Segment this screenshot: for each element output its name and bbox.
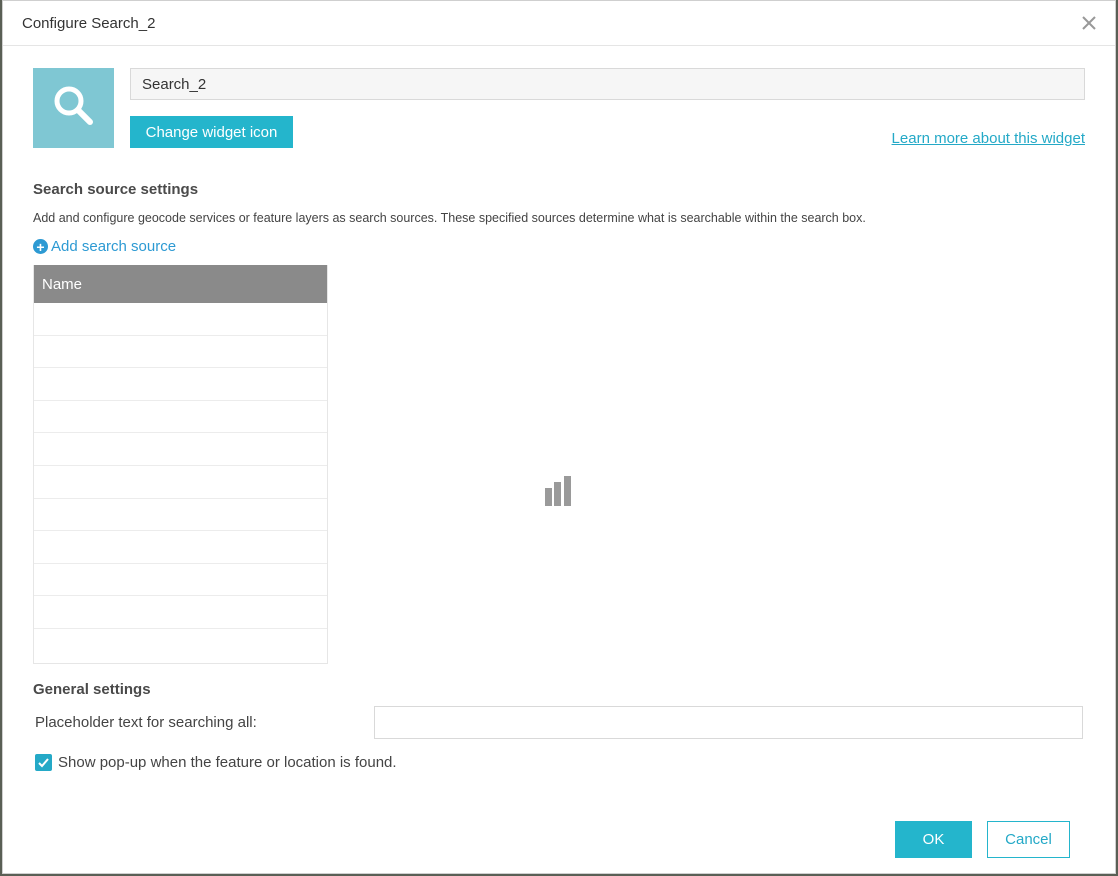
show-popup-label: Show pop-up when the feature or location… [58, 754, 397, 771]
table-row [34, 564, 327, 597]
dialog-title: Configure Search_2 [22, 15, 156, 32]
search-source-description: Add and configure geocode services or fe… [33, 211, 866, 225]
configure-dialog: Configure Search_2 Change widget icon Le… [2, 0, 1116, 874]
table-row [34, 531, 327, 564]
loading-bars-icon [545, 476, 575, 506]
placeholder-text-input[interactable] [374, 706, 1083, 739]
table-row [34, 368, 327, 401]
table-row [34, 629, 327, 662]
learn-more-link[interactable]: Learn more about this widget [892, 130, 1085, 147]
checkmark-icon [38, 758, 49, 768]
show-popup-checkbox[interactable] [35, 754, 52, 771]
table-row [34, 466, 327, 499]
change-widget-icon-button[interactable]: Change widget icon [130, 116, 293, 148]
widget-name-input[interactable] [130, 68, 1085, 100]
plus-circle-icon: + [33, 239, 48, 254]
general-settings-title: General settings [33, 681, 151, 698]
search-source-settings-title: Search source settings [33, 181, 199, 198]
close-icon[interactable] [1079, 13, 1099, 33]
table-row [34, 303, 327, 336]
ok-button[interactable]: OK [895, 821, 972, 858]
show-popup-option[interactable]: Show pop-up when the feature or location… [35, 754, 397, 771]
table-header-name: Name [34, 265, 327, 303]
search-icon [50, 82, 98, 135]
table-row [34, 336, 327, 369]
widget-icon-preview [33, 68, 114, 148]
table-row [34, 401, 327, 434]
cancel-button[interactable]: Cancel [987, 821, 1070, 858]
table-row [34, 499, 327, 532]
add-search-source-label: Add search source [51, 238, 177, 255]
add-search-source-link[interactable]: + Add search source [33, 238, 176, 255]
dialog-title-bar: Configure Search_2 [3, 1, 1115, 46]
placeholder-text-label: Placeholder text for searching all: [35, 714, 257, 731]
table-row [34, 596, 327, 629]
table-row [34, 433, 327, 466]
column-header-name: Name [42, 275, 83, 293]
search-sources-table: Name [33, 265, 328, 664]
